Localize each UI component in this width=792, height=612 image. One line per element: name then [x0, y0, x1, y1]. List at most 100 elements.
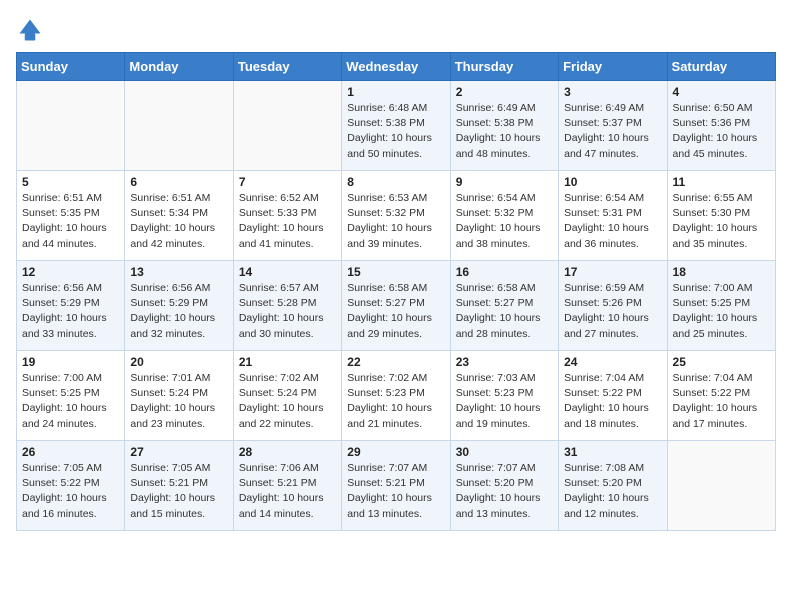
calendar-cell: 4 Sunrise: 6:50 AMSunset: 5:36 PMDaylight… — [667, 81, 775, 171]
day-info: Sunrise: 6:52 AMSunset: 5:33 PMDaylight:… — [239, 191, 336, 252]
calendar-cell: 30 Sunrise: 7:07 AMSunset: 5:20 PMDayligh… — [450, 441, 558, 531]
calendar-week-2: 5Sunrise: 6:51 AMSunset: 5:35 PMDaylight… — [17, 171, 776, 261]
calendar-cell: 1 Sunrise: 6:48 AMSunset: 5:38 PMDaylight… — [342, 81, 450, 171]
day-number: 16 — [456, 265, 553, 279]
calendar-week-3: 12Sunrise: 6:56 AMSunset: 5:29 PMDayligh… — [17, 261, 776, 351]
day-info: Sunrise: 7:04 AMSunset: 5:22 PMDaylight:… — [564, 371, 661, 432]
day-info: Sunrise: 6:58 AMSunset: 5:27 PMDaylight:… — [347, 281, 444, 342]
day-number: 22 — [347, 355, 444, 369]
day-number: 25 — [673, 355, 770, 369]
calendar-cell: 28Sunrise: 7:06 AMSunset: 5:21 PMDayligh… — [233, 441, 341, 531]
calendar-cell: 15 Sunrise: 6:58 AMSunset: 5:27 PMDayligh… — [342, 261, 450, 351]
day-info: Sunrise: 6:55 AMSunset: 5:30 PMDaylight:… — [673, 191, 770, 252]
calendar-header-monday: Monday — [125, 53, 233, 81]
calendar-week-4: 19 Sunrise: 7:00 AMSunset: 5:25 PMDayligh… — [17, 351, 776, 441]
day-info: Sunrise: 7:06 AMSunset: 5:21 PMDaylight:… — [239, 461, 336, 522]
day-info: Sunrise: 6:57 AMSunset: 5:28 PMDaylight:… — [239, 281, 336, 342]
calendar-cell — [233, 81, 341, 171]
calendar-cell: 26 Sunrise: 7:05 AMSunset: 5:22 PMDayligh… — [17, 441, 125, 531]
calendar-week-1: 1 Sunrise: 6:48 AMSunset: 5:38 PMDaylight… — [17, 81, 776, 171]
day-info: Sunrise: 6:54 AMSunset: 5:31 PMDaylight:… — [564, 191, 661, 252]
calendar-cell: 23 Sunrise: 7:03 AMSunset: 5:23 PMDayligh… — [450, 351, 558, 441]
day-number: 11 — [673, 175, 770, 189]
day-info: Sunrise: 7:01 AMSunset: 5:24 PMDaylight:… — [130, 371, 227, 432]
calendar-cell: 5Sunrise: 6:51 AMSunset: 5:35 PMDaylight… — [17, 171, 125, 261]
day-number: 27 — [130, 445, 227, 459]
day-info: Sunrise: 6:49 AMSunset: 5:38 PMDaylight:… — [456, 101, 553, 162]
calendar-header-sunday: Sunday — [17, 53, 125, 81]
day-number: 30 — [456, 445, 553, 459]
day-info: Sunrise: 7:05 AMSunset: 5:22 PMDaylight:… — [22, 461, 119, 522]
calendar-cell: 16 Sunrise: 6:58 AMSunset: 5:27 PMDayligh… — [450, 261, 558, 351]
calendar-cell: 17 Sunrise: 6:59 AMSunset: 5:26 PMDayligh… — [559, 261, 667, 351]
calendar-cell: 29 Sunrise: 7:07 AMSunset: 5:21 PMDayligh… — [342, 441, 450, 531]
day-number: 3 — [564, 85, 661, 99]
day-info: Sunrise: 7:05 AMSunset: 5:21 PMDaylight:… — [130, 461, 227, 522]
calendar-cell: 19 Sunrise: 7:00 AMSunset: 5:25 PMDayligh… — [17, 351, 125, 441]
calendar-cell: 3Sunrise: 6:49 AMSunset: 5:37 PMDaylight… — [559, 81, 667, 171]
calendar-cell: 25 Sunrise: 7:04 AMSunset: 5:22 PMDayligh… — [667, 351, 775, 441]
day-number: 29 — [347, 445, 444, 459]
calendar-cell: 6 Sunrise: 6:51 AMSunset: 5:34 PMDaylight… — [125, 171, 233, 261]
day-number: 17 — [564, 265, 661, 279]
calendar-cell — [667, 441, 775, 531]
day-number: 7 — [239, 175, 336, 189]
day-info: Sunrise: 7:07 AMSunset: 5:20 PMDaylight:… — [456, 461, 553, 522]
calendar-cell: 8Sunrise: 6:53 AMSunset: 5:32 PMDaylight… — [342, 171, 450, 261]
day-number: 6 — [130, 175, 227, 189]
calendar-week-5: 26 Sunrise: 7:05 AMSunset: 5:22 PMDayligh… — [17, 441, 776, 531]
day-info: Sunrise: 7:00 AMSunset: 5:25 PMDaylight:… — [22, 371, 119, 432]
calendar-header-row: SundayMondayTuesdayWednesdayThursdayFrid… — [17, 53, 776, 81]
day-number: 15 — [347, 265, 444, 279]
calendar-cell: 10 Sunrise: 6:54 AMSunset: 5:31 PMDayligh… — [559, 171, 667, 261]
calendar-cell: 12Sunrise: 6:56 AMSunset: 5:29 PMDayligh… — [17, 261, 125, 351]
day-info: Sunrise: 6:51 AMSunset: 5:34 PMDaylight:… — [130, 191, 227, 252]
day-number: 31 — [564, 445, 661, 459]
calendar-cell: 24 Sunrise: 7:04 AMSunset: 5:22 PMDayligh… — [559, 351, 667, 441]
day-info: Sunrise: 7:02 AMSunset: 5:23 PMDaylight:… — [347, 371, 444, 432]
day-info: Sunrise: 6:48 AMSunset: 5:38 PMDaylight:… — [347, 101, 444, 162]
calendar-cell: 22 Sunrise: 7:02 AMSunset: 5:23 PMDayligh… — [342, 351, 450, 441]
day-info: Sunrise: 6:56 AMSunset: 5:29 PMDaylight:… — [130, 281, 227, 342]
calendar-cell: 14 Sunrise: 6:57 AMSunset: 5:28 PMDayligh… — [233, 261, 341, 351]
calendar-cell: 11 Sunrise: 6:55 AMSunset: 5:30 PMDayligh… — [667, 171, 775, 261]
day-number: 9 — [456, 175, 553, 189]
day-number: 23 — [456, 355, 553, 369]
calendar-cell: 31 Sunrise: 7:08 AMSunset: 5:20 PMDayligh… — [559, 441, 667, 531]
calendar-cell — [125, 81, 233, 171]
calendar-cell: 2Sunrise: 6:49 AMSunset: 5:38 PMDaylight… — [450, 81, 558, 171]
day-info: Sunrise: 6:56 AMSunset: 5:29 PMDaylight:… — [22, 281, 119, 342]
calendar-cell: 18 Sunrise: 7:00 AMSunset: 5:25 PMDayligh… — [667, 261, 775, 351]
day-number: 24 — [564, 355, 661, 369]
day-info: Sunrise: 6:58 AMSunset: 5:27 PMDaylight:… — [456, 281, 553, 342]
day-info: Sunrise: 6:59 AMSunset: 5:26 PMDaylight:… — [564, 281, 661, 342]
day-number: 10 — [564, 175, 661, 189]
day-number: 13 — [130, 265, 227, 279]
day-info: Sunrise: 7:03 AMSunset: 5:23 PMDaylight:… — [456, 371, 553, 432]
calendar-cell: 21Sunrise: 7:02 AMSunset: 5:24 PMDayligh… — [233, 351, 341, 441]
calendar-header-saturday: Saturday — [667, 53, 775, 81]
day-info: Sunrise: 7:00 AMSunset: 5:25 PMDaylight:… — [673, 281, 770, 342]
day-number: 1 — [347, 85, 444, 99]
day-info: Sunrise: 6:54 AMSunset: 5:32 PMDaylight:… — [456, 191, 553, 252]
calendar-cell: 27 Sunrise: 7:05 AMSunset: 5:21 PMDayligh… — [125, 441, 233, 531]
logo-icon — [16, 16, 44, 44]
day-number: 26 — [22, 445, 119, 459]
day-info: Sunrise: 6:50 AMSunset: 5:36 PMDaylight:… — [673, 101, 770, 162]
day-number: 19 — [22, 355, 119, 369]
day-info: Sunrise: 7:07 AMSunset: 5:21 PMDaylight:… — [347, 461, 444, 522]
day-info: Sunrise: 7:08 AMSunset: 5:20 PMDaylight:… — [564, 461, 661, 522]
calendar-cell: 13 Sunrise: 6:56 AMSunset: 5:29 PMDayligh… — [125, 261, 233, 351]
day-number: 4 — [673, 85, 770, 99]
logo — [16, 16, 48, 44]
calendar-cell: 9 Sunrise: 6:54 AMSunset: 5:32 PMDaylight… — [450, 171, 558, 261]
day-number: 18 — [673, 265, 770, 279]
calendar-table: SundayMondayTuesdayWednesdayThursdayFrid… — [16, 52, 776, 531]
calendar-header-tuesday: Tuesday — [233, 53, 341, 81]
day-number: 21 — [239, 355, 336, 369]
day-number: 20 — [130, 355, 227, 369]
calendar-header-thursday: Thursday — [450, 53, 558, 81]
day-info: Sunrise: 7:04 AMSunset: 5:22 PMDaylight:… — [673, 371, 770, 432]
day-number: 5 — [22, 175, 119, 189]
day-number: 14 — [239, 265, 336, 279]
